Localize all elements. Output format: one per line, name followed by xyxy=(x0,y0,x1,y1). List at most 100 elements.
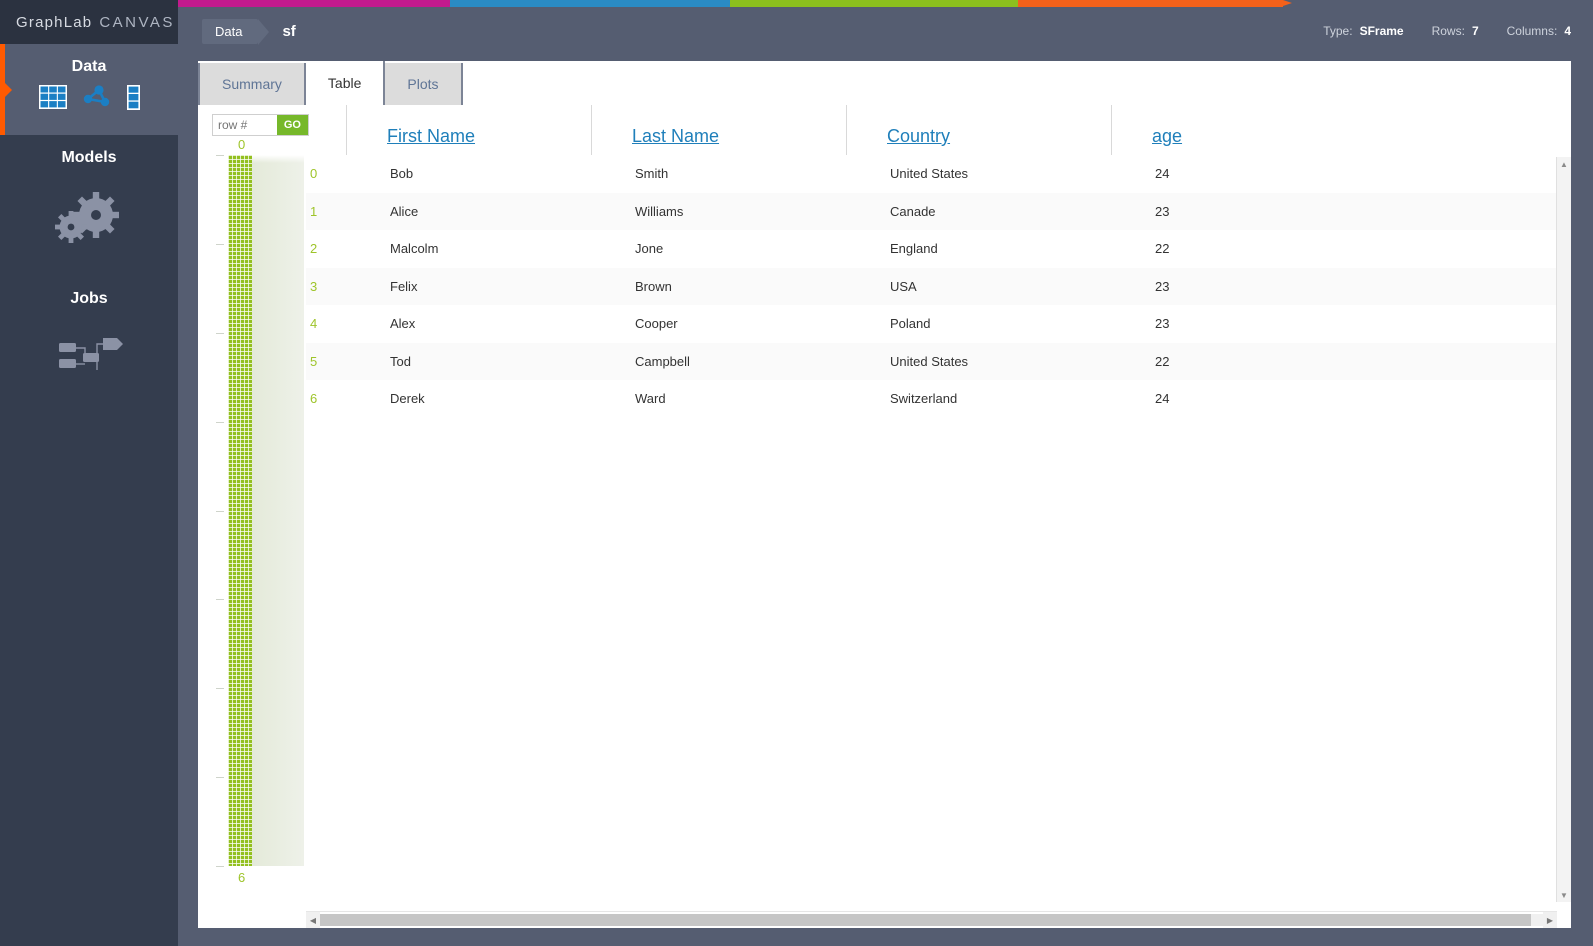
sidebar-item-models[interactable]: Models xyxy=(0,135,178,276)
breadcrumb[interactable]: Data xyxy=(202,18,271,45)
scroll-left-arrow-icon[interactable]: ◀ xyxy=(306,912,320,928)
table-view: GO 0 6 xyxy=(198,105,1571,928)
row-number-input[interactable] xyxy=(213,115,277,135)
column-sort-link-country[interactable]: Country xyxy=(847,126,950,147)
cell-index: 5 xyxy=(310,353,318,369)
app-root: GraphLab CANVAS Data Models Jobs Data sf… xyxy=(0,0,1593,946)
horizontal-scroll-track[interactable] xyxy=(320,914,1543,926)
column-sort-link-first-name[interactable]: First Name xyxy=(347,126,475,147)
cell-last-name: Jone xyxy=(635,241,664,257)
table-row[interactable]: 5 Tod Campbell United States 22 xyxy=(306,342,1571,380)
meta-columns-key: Columns: xyxy=(1506,24,1558,38)
meta-columns-value: 4 xyxy=(1564,24,1571,38)
cell-index: 6 xyxy=(310,391,318,407)
cell-country: USA xyxy=(890,278,917,294)
gears-icon[interactable] xyxy=(52,191,126,252)
table-row[interactable]: 6 Derek Ward Switzerland 24 xyxy=(306,380,1571,418)
models-icon-row xyxy=(0,175,178,276)
cell-first-name: Malcolm xyxy=(390,241,439,257)
column-header-country: Country xyxy=(846,105,1111,155)
column-header-first-name: First Name xyxy=(346,105,591,155)
column-sort-link-last-name[interactable]: Last Name xyxy=(592,126,719,147)
minimap-density-bar[interactable] xyxy=(228,155,252,866)
jobs-icon-row xyxy=(0,316,178,411)
sidebar-label-jobs: Jobs xyxy=(70,290,108,307)
table-row[interactable]: 3 Felix Brown USA 23 xyxy=(306,267,1571,305)
table-body: 0 Bob Smith United States 24 1 Alice Wil… xyxy=(306,155,1571,902)
cell-last-name: Campbell xyxy=(635,353,690,369)
cell-index: 1 xyxy=(310,203,318,219)
sidebar-item-jobs[interactable]: Jobs xyxy=(0,276,178,411)
meta-type-key: Type: xyxy=(1323,24,1353,38)
tab-bar: Summary Table Plots xyxy=(198,61,463,105)
minimap-fade-panel xyxy=(252,155,304,866)
tab-summary[interactable]: Summary xyxy=(198,63,306,105)
vertical-scrollbar[interactable]: ▲ ▼ xyxy=(1556,157,1571,902)
sframe-table-icon[interactable] xyxy=(38,85,67,114)
cell-last-name: Cooper xyxy=(635,316,678,332)
horizontal-scroll-thumb[interactable] xyxy=(320,914,1531,926)
strip-segment-blue xyxy=(450,0,730,7)
data-table: First Name Last Name Country age 0 Bob S… xyxy=(306,105,1571,928)
table-row[interactable]: 4 Alex Cooper Poland 23 xyxy=(306,305,1571,343)
table-row[interactable]: 1 Alice Williams Canade 23 xyxy=(306,192,1571,230)
cell-age: 23 xyxy=(1155,203,1170,219)
column-header-last-name: Last Name xyxy=(591,105,846,155)
cell-country: United States xyxy=(890,166,969,182)
column-header-index xyxy=(306,105,346,155)
cell-index: 2 xyxy=(310,241,318,257)
tab-table[interactable]: Table xyxy=(305,61,386,105)
cell-index: 0 xyxy=(310,166,318,182)
page-title: sf xyxy=(282,22,296,40)
minimap-bottom-label: 6 xyxy=(238,870,246,885)
sidebar-item-data[interactable]: Data xyxy=(0,44,178,135)
cell-country: Canade xyxy=(890,203,936,219)
active-arrow-icon xyxy=(0,76,12,103)
horizontal-scrollbar[interactable]: ◀ ▶ xyxy=(306,911,1557,928)
cell-country: Poland xyxy=(890,316,931,332)
strip-segment-green xyxy=(730,0,1018,7)
cell-first-name: Alex xyxy=(390,316,416,332)
object-metadata: Type: SFrame Rows: 7 Columns: 4 xyxy=(1295,24,1571,38)
meta-columns: Columns: 4 xyxy=(1507,24,1571,38)
content-panel: Summary Table Plots GO 0 xyxy=(198,61,1571,928)
table-row[interactable]: 0 Bob Smith United States 24 xyxy=(306,155,1571,193)
sgraph-network-icon[interactable] xyxy=(81,84,113,115)
go-button[interactable]: GO xyxy=(276,115,308,135)
cell-last-name: Williams xyxy=(635,203,684,219)
meta-rows: Rows: 7 xyxy=(1432,24,1479,38)
cell-country: United States xyxy=(890,353,969,369)
cell-first-name: Felix xyxy=(390,278,418,294)
cell-age: 23 xyxy=(1155,278,1170,294)
sidebar-label-models: Models xyxy=(61,149,117,166)
cell-first-name: Alice xyxy=(390,203,419,219)
table-row[interactable]: 2 Malcolm Jone England 22 xyxy=(306,230,1571,268)
column-sort-link-age[interactable]: age xyxy=(1112,126,1182,147)
cell-age: 22 xyxy=(1155,353,1170,369)
cell-age: 22 xyxy=(1155,241,1170,257)
row-jump-control: GO xyxy=(212,114,309,136)
cell-age: 24 xyxy=(1155,391,1170,407)
sarray-column-icon[interactable] xyxy=(126,84,140,115)
header-bar: Data sf Type: SFrame Rows: 7 Columns: 4 xyxy=(178,7,1593,55)
scroll-up-arrow-icon[interactable]: ▲ xyxy=(1557,157,1571,171)
jobs-flow-icon[interactable] xyxy=(53,332,125,387)
meta-type: Type: SFrame xyxy=(1323,24,1403,38)
row-minimap[interactable]: 0 6 xyxy=(216,137,304,885)
minimap-top-label: 0 xyxy=(238,137,246,152)
brand-part-two: CANVAS xyxy=(99,13,175,31)
strip-segment-orange xyxy=(1018,0,1283,7)
tab-plots[interactable]: Plots xyxy=(385,63,463,105)
meta-rows-value: 7 xyxy=(1471,24,1479,38)
cell-age: 24 xyxy=(1155,166,1170,182)
cell-country: England xyxy=(890,241,938,257)
sidebar-label-data: Data xyxy=(71,58,107,75)
minimap-ticks xyxy=(216,155,226,867)
strip-segment-magenta xyxy=(178,0,450,7)
cell-age: 23 xyxy=(1155,316,1170,332)
scroll-down-arrow-icon[interactable]: ▼ xyxy=(1557,888,1571,902)
cell-first-name: Tod xyxy=(390,353,411,369)
scroll-right-arrow-icon[interactable]: ▶ xyxy=(1543,912,1557,928)
cell-last-name: Smith xyxy=(635,166,669,182)
cell-index: 4 xyxy=(310,316,318,332)
